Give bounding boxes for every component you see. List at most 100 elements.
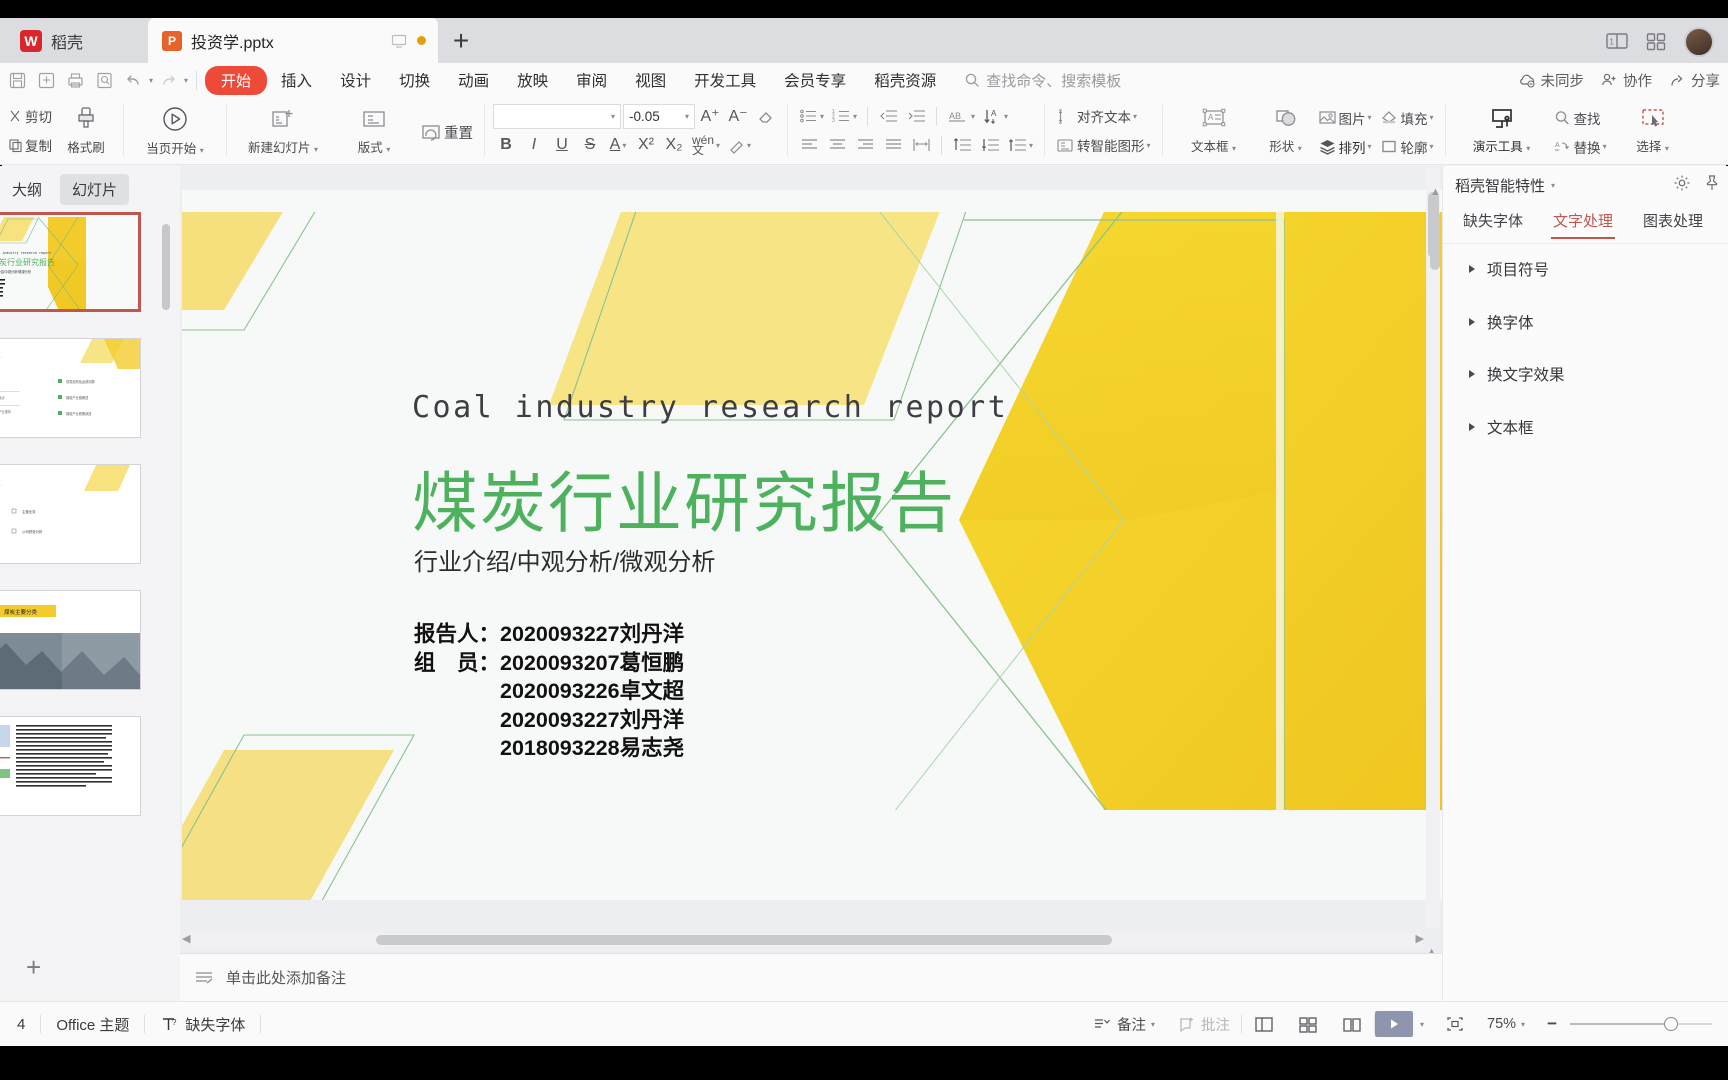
notes-toggle-button[interactable]: 备注 ▾: [1082, 1014, 1166, 1035]
reading-view-button[interactable]: [1330, 1015, 1374, 1034]
line-spacing-button[interactable]: ▾: [1005, 132, 1036, 158]
panel-tab-chart-processing[interactable]: 图表处理: [1643, 210, 1703, 239]
picture-button[interactable]: 图片 ▾: [1315, 105, 1375, 131]
notes-pane[interactable]: 单击此处添加备注: [180, 953, 1442, 1001]
align-text-button[interactable]: 对齐文本 ▾: [1053, 103, 1140, 129]
panel-scroll-thumb[interactable]: [1430, 210, 1440, 270]
theme-indicator[interactable]: Office 主题: [41, 1014, 144, 1035]
navigator-scrollbar-thumb[interactable]: [162, 224, 170, 310]
font-color-button[interactable]: A ▾: [605, 132, 631, 158]
text-direction-button[interactable]: AB ▾: [944, 103, 978, 129]
cut-button[interactable]: 剪切: [5, 103, 55, 129]
present-monitor-icon[interactable]: [390, 32, 408, 50]
ribbon-tab-devtools[interactable]: 开发工具: [680, 66, 770, 94]
ribbon-tab-transition[interactable]: 切换: [385, 66, 444, 94]
line-spacing-mid-button[interactable]: [977, 132, 1003, 158]
split-view-icon[interactable]: 1: [1604, 30, 1631, 55]
panel-item-text-effects[interactable]: 换文字效果: [1469, 363, 1565, 385]
document-tab[interactable]: P 投资学.pptx: [148, 18, 438, 63]
increase-font-size-button[interactable]: A⁺: [697, 103, 723, 129]
missing-font-indicator[interactable]: ? 缺失字体: [145, 1014, 260, 1035]
zoom-slider[interactable]: [1570, 1017, 1678, 1031]
zoom-slider-remainder[interactable]: [1676, 1023, 1712, 1025]
comment-button[interactable]: 批注: [1166, 1014, 1241, 1035]
wps-home-button[interactable]: W 稻壳: [0, 18, 148, 63]
fit-to-window-button[interactable]: [1434, 1015, 1476, 1033]
slide-thumbnail-5[interactable]: [0, 716, 141, 816]
font-name-input[interactable]: ▾: [493, 103, 621, 129]
new-tab-button[interactable]: +: [438, 18, 484, 63]
save-icon[interactable]: [4, 67, 31, 94]
start-slideshow-button[interactable]: [1375, 1011, 1413, 1037]
gear-icon[interactable]: [1673, 174, 1691, 192]
slide-subtitle[interactable]: 行业介绍/中观分析/微观分析: [414, 542, 715, 577]
slide-title-chinese[interactable]: 煤炭行业研究报告: [412, 450, 956, 546]
new-slide-button[interactable]: 新建幻灯片 ▾: [235, 99, 331, 162]
numbered-list-button[interactable]: 1 2 3 ▾: [829, 103, 860, 129]
subscript-button[interactable]: X₂: [661, 132, 687, 158]
decrease-indent-button[interactable]: [875, 103, 901, 129]
ribbon-tab-member[interactable]: 会员专享: [770, 66, 860, 94]
collaborate-button[interactable]: 协作: [1600, 70, 1652, 91]
slide-sorter-view-button[interactable]: [1286, 1015, 1330, 1034]
stage-scroll-left-arrow[interactable]: ◀: [182, 932, 190, 945]
underline-button[interactable]: U: [549, 132, 575, 158]
stage-scroll-right-arrow[interactable]: ▶: [1416, 932, 1424, 945]
align-left-button[interactable]: [796, 132, 822, 158]
replace-button[interactable]: A 替换 ▾: [1550, 134, 1610, 160]
outline-tab[interactable]: 大纲: [0, 174, 54, 205]
panel-item-change-font[interactable]: 换字体: [1469, 311, 1534, 333]
convert-to-smartart-button[interactable]: 转智能图形 ▾: [1053, 132, 1154, 158]
clear-formatting-button[interactable]: [753, 103, 779, 129]
select-button[interactable]: 选择 ▾: [1610, 99, 1696, 162]
sync-status-button[interactable]: 未同步: [1518, 70, 1584, 91]
layout-button[interactable]: 版式 ▾: [331, 99, 417, 162]
current-slide[interactable]: Coal industry research report 煤炭行业研究报告 行…: [182, 190, 1446, 900]
user-avatar[interactable]: [1684, 27, 1714, 57]
bold-button[interactable]: B: [493, 132, 519, 158]
zoom-slider-knob[interactable]: [1664, 1017, 1678, 1031]
ribbon-tab-review[interactable]: 审阅: [562, 66, 621, 94]
command-search-box[interactable]: 查找命令、搜索模板: [964, 70, 1121, 91]
decrease-font-size-button[interactable]: A⁻: [725, 103, 751, 129]
save-as-icon[interactable]: [33, 67, 60, 94]
normal-view-button[interactable]: [1242, 1015, 1286, 1034]
slide-thumbnail-2[interactable]: ······ 煤炭 行业特点 煤炭产业现状 供需结构及运费测算 煤炭产业链概述 …: [0, 338, 141, 438]
slide-authors-block[interactable]: 报告人：2020093227刘丹洋 组 员：2020093207葛恒鹏 2020…: [414, 620, 684, 763]
start-from-current-slide-button[interactable]: 当页开始 ▾: [132, 99, 218, 162]
bullet-list-button[interactable]: ▾: [796, 103, 827, 129]
text-highlight-button[interactable]: ▾: [725, 132, 754, 158]
ribbon-tab-design[interactable]: 设计: [326, 66, 385, 94]
ribbon-tab-view[interactable]: 视图: [621, 66, 680, 94]
reset-button[interactable]: 重置: [417, 120, 476, 146]
present-tools-button[interactable]: 演示工具 ▾: [1454, 99, 1550, 162]
justify-button[interactable]: [880, 132, 906, 158]
panel-scrollbar[interactable]: [1429, 184, 1441, 974]
panel-item-textbox[interactable]: 文本框: [1469, 416, 1534, 438]
pinyin-guide-button[interactable]: wén 文 ▾: [689, 132, 723, 158]
print-icon[interactable]: [62, 67, 89, 94]
ribbon-tab-docer[interactable]: 稻壳资源: [860, 66, 950, 94]
italic-button[interactable]: I: [521, 132, 547, 158]
panel-title-caret-icon[interactable]: ▾: [1551, 181, 1555, 190]
stage-horizontal-scroll-thumb[interactable]: [376, 935, 1112, 945]
zoom-out-button[interactable]: −: [1536, 1014, 1568, 1034]
slide-thumbnail-3[interactable]: ······ 主营业务 公司财务分析: [0, 464, 141, 564]
find-button[interactable]: 查找: [1550, 105, 1604, 131]
increase-indent-button[interactable]: [903, 103, 929, 129]
slide-thumbnail-4[interactable]: 煤炭主要分类: [0, 590, 141, 690]
undo-dropdown-caret[interactable]: ▾: [149, 76, 153, 85]
undo-icon[interactable]: [120, 67, 147, 94]
slides-tab[interactable]: 幻灯片: [60, 174, 130, 205]
share-button[interactable]: 分享: [1668, 70, 1720, 91]
superscript-button[interactable]: X²: [633, 132, 659, 158]
line-spacing-increase-button[interactable]: [949, 132, 975, 158]
grid-view-icon[interactable]: [1644, 30, 1671, 55]
zoom-level-button[interactable]: 75% ▾: [1476, 1016, 1536, 1032]
strikethrough-button[interactable]: S: [577, 132, 603, 158]
slide-title-english[interactable]: Coal industry research report: [412, 390, 1008, 425]
pin-icon[interactable]: [1703, 174, 1721, 192]
align-right-button[interactable]: [852, 132, 878, 158]
outline-button[interactable]: 轮廓 ▾: [1377, 134, 1437, 160]
panel-scroll-up-arrow[interactable]: ▲: [1430, 186, 1441, 198]
